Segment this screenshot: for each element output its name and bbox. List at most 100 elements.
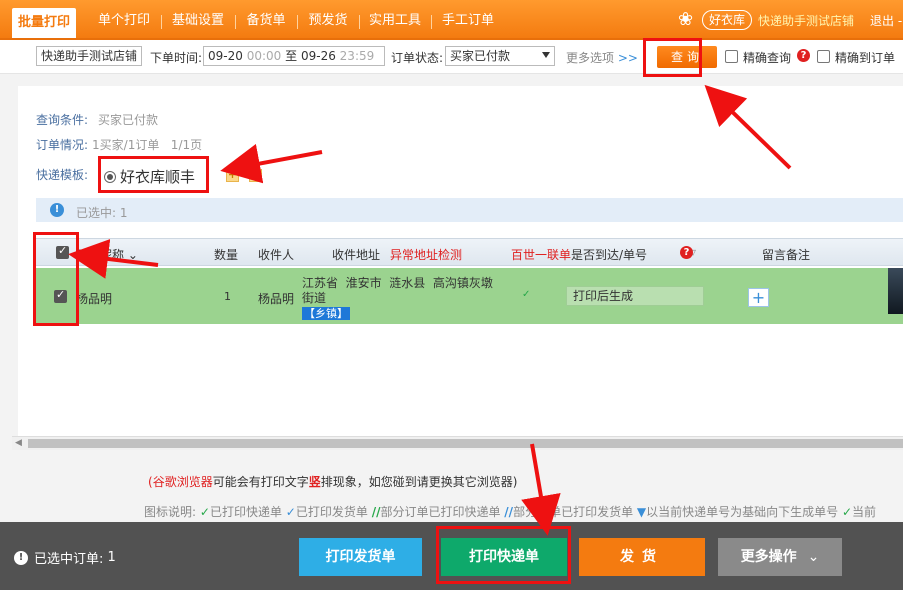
tab-basic-settings[interactable]: 基础设置 bbox=[166, 6, 230, 36]
query-condition: 查询条件: 买家已付款 bbox=[36, 111, 158, 128]
add-template-icon[interactable]: + bbox=[226, 169, 239, 182]
warn-vertical: 竖 bbox=[308, 475, 321, 489]
legend-2: 已打印发货单 bbox=[295, 505, 368, 519]
tab-stock-list[interactable]: 备货单 bbox=[240, 6, 292, 36]
logout-link[interactable]: 退出 - bbox=[870, 12, 902, 29]
nav-divider bbox=[161, 15, 162, 29]
nav-divider bbox=[235, 15, 236, 29]
col-buyer[interactable]: 买家昵称 ⌄ bbox=[76, 246, 138, 263]
shop-name-link[interactable]: 快递助手测试店铺 bbox=[758, 12, 854, 29]
order-time-label: 下单时间: bbox=[150, 51, 203, 65]
chevron-down-icon: ⌄ bbox=[807, 549, 820, 565]
more-options-link[interactable]: 更多选项 >> bbox=[566, 49, 638, 66]
check-green-icon: ✓ bbox=[199, 505, 210, 519]
table-row[interactable]: 杨品明 1 杨品明 江苏省 淮安市 涟水县 高沟镇灰墩 街道 【乡镇】 ✓ 打印… bbox=[36, 268, 903, 324]
col-address: 收件地址 bbox=[332, 248, 381, 262]
arrive-label: 是否到达/单号 bbox=[571, 248, 648, 262]
help-icon[interactable]: ? bbox=[797, 49, 810, 62]
tab-batch-print[interactable]: 批量打印 bbox=[12, 8, 76, 38]
legend-3: 部分订单已打印快递单 bbox=[380, 505, 501, 519]
add-remark-icon[interactable]: + bbox=[748, 288, 769, 307]
chevron-down-icon: ⌄ bbox=[127, 248, 138, 262]
query-condition-label: 查询条件: bbox=[36, 113, 89, 127]
annotation-box-print bbox=[436, 526, 571, 584]
row-address-line1: 江苏省 淮安市 涟水县 高沟镇灰墩 bbox=[302, 276, 493, 290]
tab-pre-ship[interactable]: 预发货 bbox=[302, 6, 354, 36]
order-status-select[interactable]: 买家已付款 bbox=[445, 46, 555, 66]
order-summary-label: 订单情况: bbox=[36, 138, 89, 152]
date-from: 09-20 bbox=[208, 49, 243, 63]
order-summary-value: 1买家/1订单 1/1页 bbox=[92, 138, 203, 152]
double-chevron-icon: >> bbox=[617, 51, 638, 65]
order-status-label: 订单状态: bbox=[391, 51, 444, 65]
selected-orders: ! 已选中订单: 1 bbox=[14, 548, 116, 567]
waybill-number-field[interactable]: 打印后生成 bbox=[566, 286, 704, 306]
nav-divider bbox=[297, 15, 298, 29]
partial-blue-icon: // bbox=[504, 505, 514, 519]
order-time-range-input[interactable]: 09-20 00:00 至 09-26 23:59 bbox=[203, 46, 385, 66]
legend-label: 图标说明: bbox=[144, 505, 197, 519]
help-icon[interactable]: ? bbox=[680, 246, 693, 259]
brand-logo-icon: ❀ bbox=[678, 9, 694, 30]
template-label: 快递模板: bbox=[36, 168, 89, 182]
remove-template-icon[interactable]: - bbox=[249, 169, 262, 182]
col-qty: 数量 bbox=[214, 248, 239, 262]
legend-4: 部分订单已打印发货单 bbox=[513, 505, 634, 519]
selected-count: 1 bbox=[119, 206, 128, 220]
shop-select[interactable]: 快递助手测试店铺 bbox=[36, 46, 142, 66]
product-thumbnail bbox=[888, 268, 903, 314]
legend-6: 当前 bbox=[852, 505, 877, 519]
more-actions-label: 更多操作 bbox=[740, 549, 797, 565]
browser-warning: (谷歌浏览器可能会有打印文字竖排现象，如您碰到请更换其它浏览器) bbox=[148, 473, 517, 490]
date-range-separator: 至 bbox=[285, 49, 298, 63]
tab-single-print[interactable]: 单个打印 bbox=[88, 6, 160, 36]
selection-bar: ! 已选中: 1 bbox=[36, 198, 903, 222]
check-blue-icon: ✓ bbox=[285, 505, 296, 519]
baishi-label: 百世一联单 bbox=[511, 248, 572, 262]
exact-to-order-label: 精确到订单 bbox=[835, 51, 896, 65]
scroll-left-icon[interactable]: ◀ bbox=[15, 438, 22, 448]
exact-to-order-checkbox[interactable] bbox=[817, 50, 830, 63]
legend-1: 已打印快递单 bbox=[209, 505, 282, 519]
row-buyer: 杨品明 bbox=[76, 292, 113, 306]
col-remark: 留言备注 bbox=[762, 248, 811, 262]
nav-divider bbox=[431, 15, 432, 29]
brand[interactable]: ❀ 好衣库 bbox=[678, 8, 753, 32]
query-condition-value: 买家已付款 bbox=[98, 113, 159, 127]
print-invoice-button[interactable]: 打印发货单 bbox=[299, 538, 422, 576]
info-icon: ! bbox=[50, 203, 64, 217]
col-waybill: 百世一联单是否到达/单号 bbox=[511, 246, 647, 263]
time-to: 23:59 bbox=[339, 49, 375, 63]
date-to: 09-26 bbox=[300, 49, 336, 63]
more-actions-button[interactable]: 更多操作 ⌄ bbox=[718, 538, 842, 576]
legend-5: 以当前快递单号为基础向下生成单号 bbox=[646, 505, 839, 519]
horizontal-scrollbar[interactable]: ◀ bbox=[12, 436, 903, 450]
abnormal-address-link[interactable]: 异常地址检测 bbox=[390, 246, 462, 263]
row-receiver: 杨品明 bbox=[258, 292, 295, 306]
scrollbar-thumb[interactable] bbox=[28, 439, 903, 448]
search-bar: 快递助手测试店铺 下单时间: 09-20 00:00 至 09-26 23:59… bbox=[0, 40, 903, 74]
annotation-box-template bbox=[98, 156, 209, 193]
chevron-down-icon bbox=[542, 52, 550, 58]
tab-manual-order[interactable]: 手工订单 bbox=[436, 6, 500, 36]
browser-name: 谷歌浏览器 bbox=[152, 475, 213, 489]
icon-legend: 图标说明: ✓已打印快递单 ✓已打印发货单 //部分订单已打印快递单 //部分订… bbox=[144, 503, 876, 520]
warn-tail: 排现象，如您碰到请更换其它浏览器) bbox=[320, 475, 518, 489]
down-circle-icon: ▼ bbox=[636, 505, 647, 519]
col-buyer-label: 买家昵称 bbox=[76, 248, 125, 262]
tab-tools[interactable]: 实用工具 bbox=[364, 6, 426, 36]
check-icon: ✓ bbox=[522, 289, 531, 300]
check-green-icon: ✓ bbox=[841, 505, 853, 519]
order-status-value: 买家已付款 bbox=[450, 49, 511, 63]
annotation-box-checkbox bbox=[33, 232, 79, 326]
info-icon: ! bbox=[14, 550, 28, 565]
row-address-line2: 街道 bbox=[302, 291, 327, 305]
selection-summary: 已选中: 1 bbox=[76, 204, 128, 221]
selected-orders-count: 1 bbox=[107, 550, 116, 565]
exact-query-checkbox[interactable] bbox=[725, 50, 738, 63]
warn-text: 可能会有打印文字 bbox=[212, 475, 309, 489]
selected-label: 已选中: bbox=[76, 206, 117, 220]
ship-button[interactable]: 发货 bbox=[579, 538, 705, 576]
table-header: 买家昵称 ⌄ 数量 收件人 收件地址 异常地址检测 百世一联单是否到达/单号 ▿… bbox=[36, 238, 903, 266]
annotation-box-query bbox=[643, 38, 702, 77]
